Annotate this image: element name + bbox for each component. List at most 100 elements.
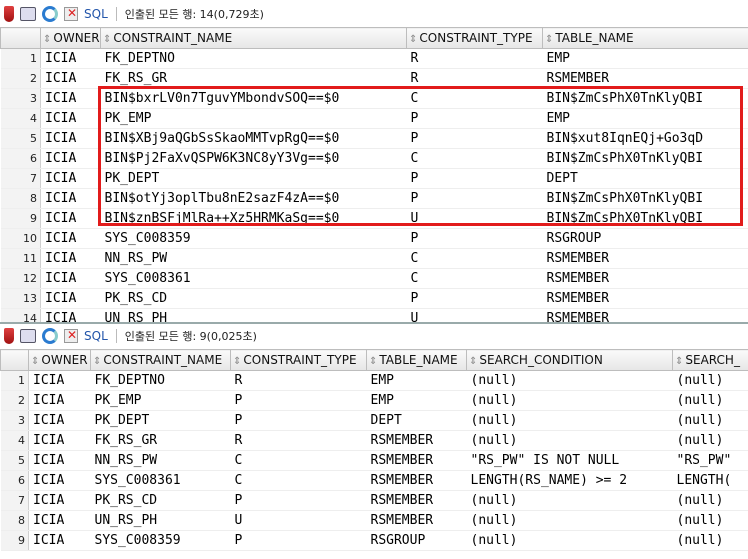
cell-ctype[interactable]: P	[406, 168, 543, 189]
cell-cname[interactable]: FK_RS_GR	[90, 430, 231, 451]
cell-owner[interactable]: ICIA	[40, 148, 101, 169]
cell-ctype[interactable]: C	[230, 450, 367, 471]
cell-tname[interactable]: RSGROUP	[366, 530, 467, 551]
cell-ctype[interactable]: P	[230, 490, 367, 511]
cell-owner[interactable]: ICIA	[28, 450, 91, 471]
cell-ctype[interactable]: P	[406, 288, 543, 309]
cell-owner[interactable]: ICIA	[28, 530, 91, 551]
cell-cond2[interactable]: (null)	[672, 530, 748, 551]
cell-tname[interactable]: EMP	[542, 48, 748, 69]
column-header[interactable]: ⇕ OWNER	[28, 349, 91, 371]
table-row[interactable]: 9 ICIA SYS_C008359 P RSGROUP (null) (null)	[0, 530, 748, 551]
cell-cname[interactable]: BIN$otYj3oplTbu8nE2sazF4zA==$0	[100, 188, 407, 209]
sort-icon[interactable]: ⇕	[409, 34, 417, 45]
cell-cname[interactable]: PK_RS_CD	[100, 288, 407, 309]
table-row[interactable]: 8 ICIA UN_RS_PH U RSMEMBER (null) (null)	[0, 510, 748, 531]
cell-ctype[interactable]: R	[406, 48, 543, 69]
table-row[interactable]: 2 ICIA PK_EMP P EMP (null) (null)	[0, 390, 748, 411]
cell-ctype[interactable]: R	[406, 68, 543, 89]
cell-ctype[interactable]: P	[230, 410, 367, 431]
cell-tname[interactable]: RSMEMBER	[366, 430, 467, 451]
cell-tname[interactable]: BIN$ZmCsPhX0TnKlyQBI	[542, 188, 748, 209]
cell-cname[interactable]: FK_DEPTNO	[100, 48, 407, 69]
cell-cond[interactable]: LENGTH(RS_NAME) >= 2	[466, 470, 673, 491]
table-row[interactable]: 4 ICIA FK_RS_GR R RSMEMBER (null) (null)	[0, 430, 748, 451]
cell-owner[interactable]: ICIA	[40, 188, 101, 209]
cell-owner[interactable]: ICIA	[28, 470, 91, 491]
cell-owner[interactable]: ICIA	[40, 268, 101, 289]
cell-cname[interactable]: SYS_C008359	[100, 228, 407, 249]
column-header[interactable]: ⇕ TABLE_NAME	[366, 349, 467, 371]
cell-owner[interactable]: ICIA	[28, 430, 91, 451]
cell-tname[interactable]: RSMEMBER	[366, 470, 467, 491]
cell-cond2[interactable]: (null)	[672, 490, 748, 511]
sort-icon[interactable]: ⇕	[31, 356, 39, 367]
cell-tname[interactable]: RSMEMBER	[366, 450, 467, 471]
cell-cond[interactable]: (null)	[466, 430, 673, 451]
cell-owner[interactable]: ICIA	[40, 208, 101, 229]
cell-tname[interactable]: RSMEMBER	[542, 68, 748, 89]
cell-owner[interactable]: ICIA	[40, 128, 101, 149]
cell-ctype[interactable]: P	[230, 390, 367, 411]
cell-ctype[interactable]: U	[230, 510, 367, 531]
cell-ctype[interactable]: R	[230, 370, 367, 391]
cell-owner[interactable]: ICIA	[40, 168, 101, 189]
cell-cname[interactable]: PK_EMP	[90, 390, 231, 411]
cell-cond2[interactable]: (null)	[672, 430, 748, 451]
cell-ctype[interactable]: C	[406, 268, 543, 289]
cell-ctype[interactable]: P	[406, 228, 543, 249]
cell-tname[interactable]: DEPT	[542, 168, 748, 189]
refresh-icon[interactable]	[42, 328, 58, 344]
cell-owner[interactable]: ICIA	[28, 410, 91, 431]
column-header[interactable]: ⇕ OWNER	[40, 27, 101, 49]
cell-cname[interactable]: BIN$XBj9aQGbSsSkaoMMTvpRgQ==$0	[100, 128, 407, 149]
cell-ctype[interactable]: C	[406, 88, 543, 109]
cell-cond2[interactable]: (null)	[672, 390, 748, 411]
cell-tname[interactable]: BIN$xut8IqnEQj+Go3qD	[542, 128, 748, 149]
cell-cname[interactable]: PK_EMP	[100, 108, 407, 129]
table-row[interactable]: 2 ICIA FK_RS_GR R RSMEMBER	[0, 68, 748, 89]
cell-cname[interactable]: PK_DEPT	[100, 168, 407, 189]
refresh-icon[interactable]	[42, 6, 58, 22]
cell-ctype[interactable]: C	[230, 470, 367, 491]
cell-ctype[interactable]: P	[406, 128, 543, 149]
sort-icon[interactable]: ⇕	[369, 356, 377, 367]
table-row[interactable]: 5 ICIA BIN$XBj9aQGbSsSkaoMMTvpRgQ==$0 P BIN$…	[0, 128, 748, 149]
column-header[interactable]: ⇕ CONSTRAINT_TYPE	[230, 349, 367, 371]
cell-cname[interactable]: BIN$bxrLV0n7TguvYMbondvSOQ==$0	[100, 88, 407, 109]
column-header[interactable]: ⇕ CONSTRAINT_NAME	[90, 349, 231, 371]
cell-owner[interactable]: ICIA	[40, 248, 101, 269]
cell-ctype[interactable]: P	[406, 108, 543, 129]
cell-tname[interactable]: RSMEMBER	[366, 490, 467, 511]
cell-cname[interactable]: SYS_C008361	[100, 268, 407, 289]
cell-ctype[interactable]: C	[406, 248, 543, 269]
cell-cond[interactable]: (null)	[466, 530, 673, 551]
cell-tname[interactable]: BIN$ZmCsPhX0TnKlyQBI	[542, 208, 748, 229]
cell-tname[interactable]: RSGROUP	[542, 228, 748, 249]
cell-cname[interactable]: FK_DEPTNO	[90, 370, 231, 391]
sort-icon[interactable]: ⇕	[469, 356, 477, 367]
pin-icon[interactable]	[4, 328, 14, 344]
cell-owner[interactable]: ICIA	[28, 370, 91, 391]
cell-tname[interactable]: RSMEMBER	[542, 248, 748, 269]
sort-icon[interactable]: ⇕	[675, 356, 683, 367]
print-icon[interactable]	[20, 7, 36, 21]
table-row[interactable]: 1 ICIA FK_DEPTNO R EMP	[0, 48, 748, 69]
cell-tname[interactable]: EMP	[366, 370, 467, 391]
cell-cname[interactable]: FK_RS_GR	[100, 68, 407, 89]
print-icon[interactable]	[20, 329, 36, 343]
table-row[interactable]: 6 ICIA BIN$Pj2FaXvQSPW6K3NC8yY3Vg==$0 C BIN$…	[0, 148, 748, 169]
cell-cond[interactable]: "RS_PW" IS NOT NULL	[466, 450, 673, 471]
sql-button[interactable]: SQL	[84, 7, 108, 21]
table-row[interactable]: 5 ICIA NN_RS_PW C RSMEMBER "RS_PW" IS NOT NUL…	[0, 450, 748, 471]
cell-tname[interactable]: EMP	[542, 108, 748, 129]
table-row[interactable]: 10 ICIA SYS_C008359 P RSGROUP	[0, 228, 748, 249]
cell-ctype[interactable]: P	[406, 188, 543, 209]
cell-owner[interactable]: ICIA	[40, 228, 101, 249]
cell-cname[interactable]: BIN$Pj2FaXvQSPW6K3NC8yY3Vg==$0	[100, 148, 407, 169]
cell-cond[interactable]: (null)	[466, 390, 673, 411]
cell-cname[interactable]: SYS_C008359	[90, 530, 231, 551]
cell-tname[interactable]: BIN$ZmCsPhX0TnKlyQBI	[542, 88, 748, 109]
cell-cond2[interactable]: (null)	[672, 370, 748, 391]
cell-ctype[interactable]: U	[406, 208, 543, 229]
